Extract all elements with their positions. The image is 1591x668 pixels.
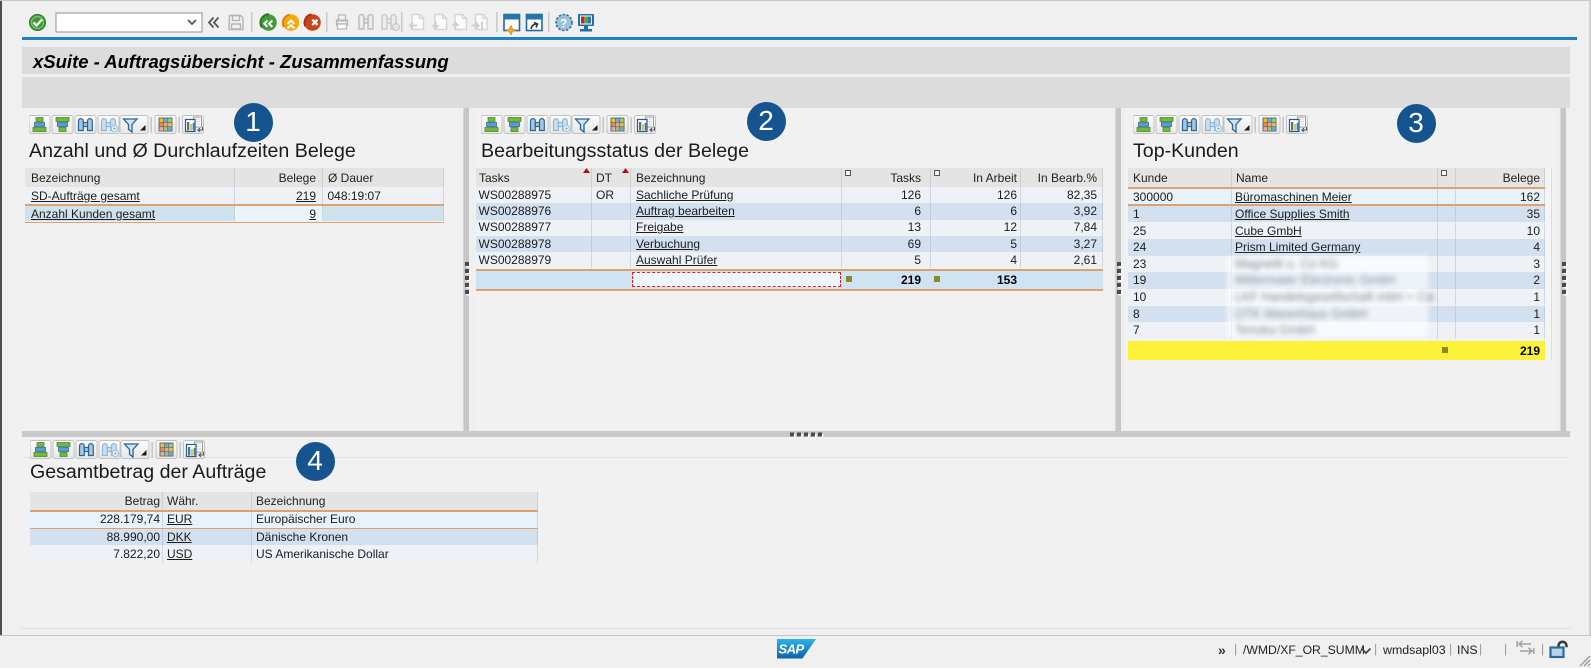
svg-text:?: ? xyxy=(560,17,567,31)
svg-text:SAP: SAP xyxy=(779,642,805,657)
